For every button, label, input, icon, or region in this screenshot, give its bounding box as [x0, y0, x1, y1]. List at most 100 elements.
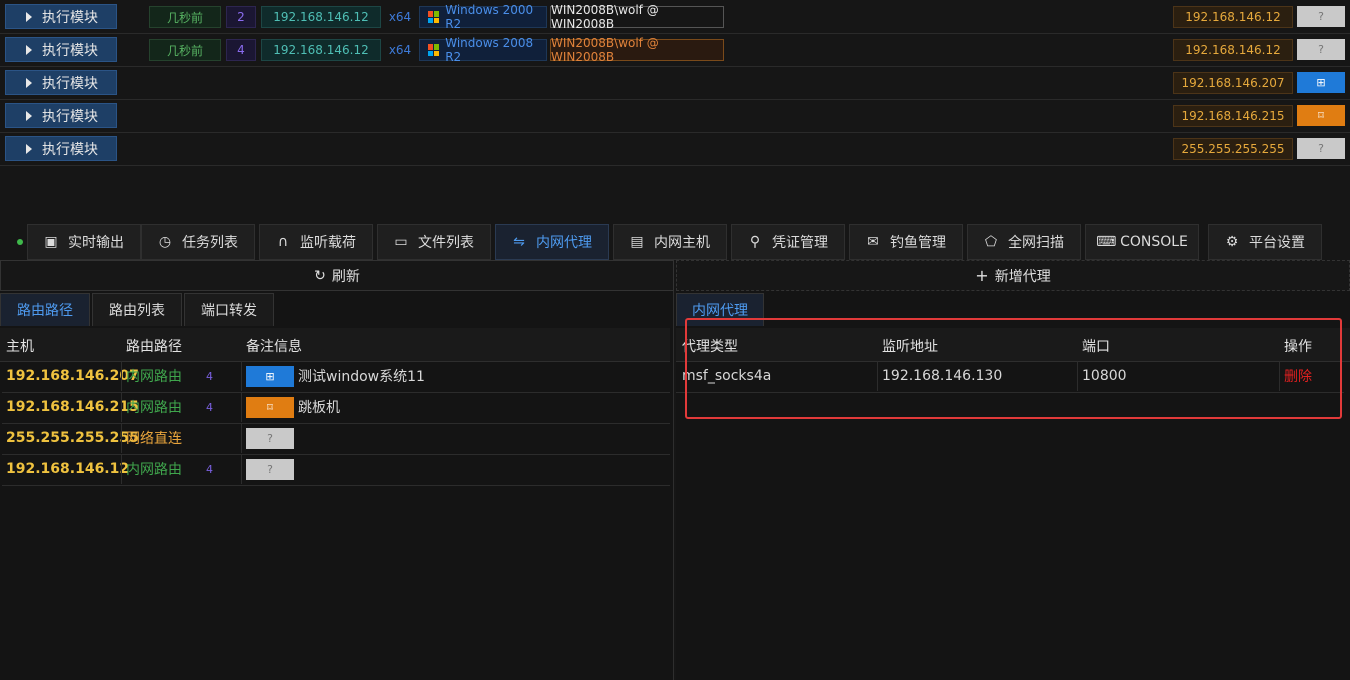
tab-5[interactable]: ▤ 内网主机: [613, 224, 727, 260]
highlight-box: [685, 318, 1342, 419]
exec-module-button[interactable]: 执行模块: [5, 103, 117, 128]
route-host: 192.168.146.12: [6, 461, 130, 477]
play-icon: [26, 110, 32, 121]
route-path: 内网路由: [126, 369, 182, 385]
session-row: 执行模块 255.255.255.255 ?: [0, 132, 1350, 166]
route-table-header: 主机 路由路径 备注信息: [0, 328, 670, 362]
remote-ip: 192.168.146.12: [1173, 39, 1293, 61]
console-icon: ⌨: [1096, 234, 1117, 250]
session-ip: 192.168.146.12: [261, 39, 381, 61]
refresh-button[interactable]: ↻ 刷新: [0, 260, 674, 291]
play-icon: [26, 143, 32, 154]
exec-module-button[interactable]: 执行模块: [5, 37, 117, 62]
tab-10[interactable]: ⚙ 平台设置: [1208, 224, 1322, 260]
route-os-badge[interactable]: ?: [246, 458, 294, 480]
session-row: 执行模块 几秒前 4 192.168.146.12 x64 Windows 200…: [0, 33, 1350, 67]
remote-ip: 192.168.146.215: [1173, 105, 1293, 127]
header-note: 备注信息: [246, 339, 302, 355]
refresh-icon: ↻: [314, 267, 326, 284]
play-icon: [26, 44, 32, 55]
clock-icon: ◷: [158, 234, 172, 250]
route-hop: 4: [206, 400, 213, 414]
route-row: 255.255.255.255 网络直连 ?: [2, 423, 670, 455]
route-host: 192.168.146.215: [6, 399, 139, 415]
proxy-icon: ⇋: [513, 234, 525, 250]
session-user: WIN2008B\wolf @ WIN2008B: [550, 3, 724, 31]
route-hop: 4: [206, 369, 213, 383]
route-hop: 4: [206, 462, 213, 476]
header-route: 路由路径: [126, 339, 182, 355]
session-os-badge[interactable]: ?: [1297, 138, 1345, 159]
folder-icon: ▭: [394, 234, 408, 250]
exec-module-button[interactable]: 执行模块: [5, 136, 117, 161]
tab-8[interactable]: ⬠ 全网扫描: [967, 224, 1081, 260]
tab-7[interactable]: ✉ 钓鱼管理: [849, 224, 963, 260]
session-row: 执行模块 几秒前 2 192.168.146.12 x64 Windows 200…: [0, 0, 1350, 34]
route-path: 网络直连: [126, 431, 182, 447]
route-os-badge[interactable]: ⊞: [246, 365, 294, 387]
session-count: 2: [226, 6, 256, 28]
windows-icon: [428, 11, 440, 23]
subtab-route-path[interactable]: 路由路径: [0, 293, 90, 326]
tab-1[interactable]: ◷ 任务列表: [141, 224, 255, 260]
tab-9[interactable]: ⌨ CONSOLE: [1085, 224, 1199, 260]
add-proxy-label: 新增代理: [994, 268, 1051, 285]
headphones-icon: ∩: [277, 234, 289, 250]
session-os-badge[interactable]: ?: [1297, 39, 1345, 60]
header-host: 主机: [6, 339, 34, 355]
route-path: 内网路由: [126, 462, 182, 478]
route-note: ?: [246, 423, 298, 453]
session-time: 几秒前: [149, 39, 221, 61]
subtab-port-forward[interactable]: 端口转发: [184, 293, 274, 326]
route-panel: ↻ 刷新 路由路径 路由列表 端口转发 主机 路由路径 备注信息 192.168…: [0, 260, 674, 680]
route-row: 192.168.146.207 内网路由 4 ⊞ 测试window系统11: [2, 361, 670, 393]
plus-icon: +: [975, 266, 989, 285]
remote-ip: 192.168.146.12: [1173, 6, 1293, 28]
add-proxy-button[interactable]: + 新增代理: [676, 260, 1350, 291]
remote-ip: 255.255.255.255: [1173, 138, 1293, 160]
route-os-badge[interactable]: ⌑: [246, 396, 294, 418]
session-os: Windows 2000 R2: [419, 3, 547, 31]
route-host: 255.255.255.255: [6, 430, 139, 446]
session-os-badge[interactable]: ⌑: [1297, 105, 1345, 126]
refresh-label: 刷新: [331, 268, 360, 285]
key-icon: ⚲: [749, 234, 761, 250]
session-arch: x64: [388, 43, 412, 57]
scan-icon: ⬠: [984, 234, 998, 250]
session-ip: 192.168.146.12: [261, 6, 381, 28]
session-row: 执行模块 192.168.146.215 ⌑: [0, 99, 1350, 133]
tab-2[interactable]: ∩ 监听载荷: [259, 224, 373, 260]
exec-module-button[interactable]: 执行模块: [5, 70, 117, 95]
session-os-badge[interactable]: ?: [1297, 6, 1345, 27]
tab-0[interactable]: ▣ 实时输出: [27, 224, 141, 260]
session-count: 4: [226, 39, 256, 61]
tab-3[interactable]: ▭ 文件列表: [377, 224, 491, 260]
session-os: Windows 2008 R2: [419, 36, 547, 64]
output-icon: ▣: [44, 234, 58, 250]
route-note: ⊞ 测试window系统11: [246, 361, 425, 391]
tab-4[interactable]: ⇋ 内网代理: [495, 224, 609, 260]
main-tab-bar: ▣ 实时输出 ◷ 任务列表 ∩ 监听载荷 ▭ 文件列表 ⇋ 内网代理 ▤ 内网主机 ⚲ 凭证管理 ✉ 钓鱼管理…: [0, 224, 1350, 260]
tab-6[interactable]: ⚲ 凭证管理: [731, 224, 845, 260]
play-icon: [26, 11, 32, 22]
exec-module-button[interactable]: 执行模块: [5, 4, 117, 29]
remote-ip: 192.168.146.207: [1173, 72, 1293, 94]
windows-icon: [428, 44, 440, 56]
route-host: 192.168.146.207: [6, 368, 139, 384]
route-os-badge[interactable]: ?: [246, 427, 294, 449]
route-row: 192.168.146.12 内网路由 4 ?: [2, 454, 670, 486]
session-time: 几秒前: [149, 6, 221, 28]
route-note: ⌑ 跳板机: [246, 392, 340, 422]
mail-icon: ✉: [867, 234, 879, 250]
session-arch: x64: [388, 10, 412, 24]
session-row: 执行模块 192.168.146.207 ⊞: [0, 66, 1350, 100]
gear-icon: ⚙: [1225, 234, 1239, 250]
subtab-route-list[interactable]: 路由列表: [92, 293, 182, 326]
play-icon: [26, 77, 32, 88]
session-user: WIN2008B\wolf @ WIN2008B: [550, 36, 724, 64]
host-icon: ▤: [630, 234, 644, 250]
route-note: ?: [246, 454, 298, 484]
session-os-badge[interactable]: ⊞: [1297, 72, 1345, 93]
status-dot: [17, 239, 23, 245]
route-path: 内网路由: [126, 400, 182, 416]
